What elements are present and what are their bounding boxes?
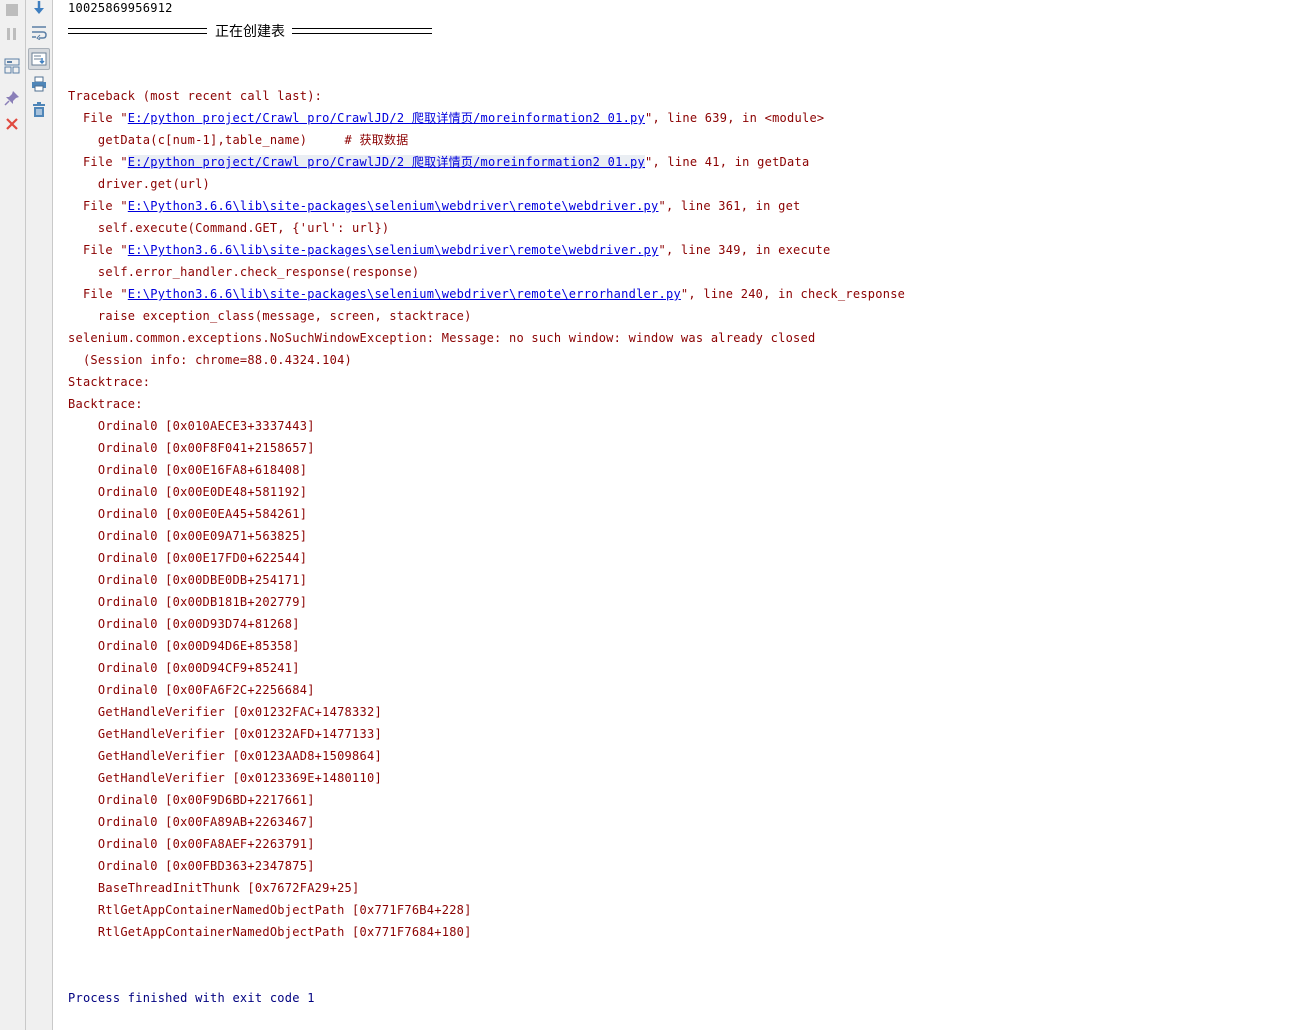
- console-id-line: 10025869956912: [68, 1, 173, 15]
- separator-right: [292, 28, 432, 34]
- backtrace-line: Ordinal0 [0x00FA8AEF+2263791]: [68, 837, 315, 851]
- traceback-frame: File "E:/python project/Crawl pro/CrawlJ…: [68, 155, 809, 171]
- backtrace-line: GetHandleVerifier [0x01232FAC+1478332]: [68, 705, 382, 719]
- backtrace-line: Ordinal0 [0x00E0DE48+581192]: [68, 485, 308, 499]
- backtrace-line: Ordinal0 [0x00D94D6E+85358]: [68, 639, 300, 653]
- run-toolbar-left: [0, 0, 26, 1030]
- file-link[interactable]: E:/python project/Crawl pro/CrawlJD/2 爬取…: [128, 111, 645, 125]
- exit-message: Process finished with exit code 1: [68, 991, 315, 1005]
- backtrace-line: Ordinal0 [0x00F9D6BD+2217661]: [68, 793, 315, 807]
- frame-suffix: ", line 361, in get: [658, 199, 801, 213]
- backtrace-line: BaseThreadInitThunk [0x7672FA29+25]: [68, 881, 360, 895]
- backtrace-line: Ordinal0 [0x00FA6F2C+2256684]: [68, 683, 315, 697]
- backtrace-line: GetHandleVerifier [0x0123AAD8+1509864]: [68, 749, 382, 763]
- backtrace-line: RtlGetAppContainerNamedObjectPath [0x771…: [68, 925, 472, 939]
- traceback-code: self.error_handler.check_response(respon…: [68, 265, 420, 279]
- traceback-code: self.execute(Command.GET, {'url': url}): [68, 221, 390, 235]
- frame-suffix: ", line 349, in execute: [658, 243, 831, 257]
- traceback-code: raise exception_class(message, screen, s…: [68, 309, 472, 323]
- backtrace-line: Ordinal0 [0x00D93D74+81268]: [68, 617, 300, 631]
- pause-icon[interactable]: [2, 24, 22, 44]
- backtrace-line: Ordinal0 [0x00F8F041+2158657]: [68, 441, 315, 455]
- backtrace-line: Ordinal0 [0x00E0EA45+584261]: [68, 507, 308, 521]
- run-toolbar-right: [26, 0, 53, 1030]
- traceback-header: Traceback (most recent call last):: [68, 89, 323, 103]
- traceback-code: driver.get(url): [68, 177, 211, 191]
- traceback-frame: File "E:\Python3.6.6\lib\site-packages\s…: [68, 287, 905, 303]
- backtrace-line: Ordinal0 [0x010AECE3+3337443]: [68, 419, 315, 433]
- soft-wrap-icon[interactable]: [29, 22, 49, 42]
- exception-message: selenium.common.exceptions.NoSuchWindowE…: [68, 331, 816, 345]
- backtrace-line: Ordinal0 [0x00FBD363+2347875]: [68, 859, 315, 873]
- traceback-frame: File "E:\Python3.6.6\lib\site-packages\s…: [68, 243, 830, 259]
- file-link[interactable]: E:\Python3.6.6\lib\site-packages\seleniu…: [128, 199, 659, 213]
- frame-prefix: File ": [68, 243, 128, 257]
- frame-prefix: File ": [68, 199, 128, 213]
- backtrace-line: Ordinal0 [0x00FA89AB+2263467]: [68, 815, 315, 829]
- frame-suffix: ", line 240, in check_response: [680, 287, 906, 301]
- backtrace-line: Ordinal0 [0x00D94CF9+85241]: [68, 661, 300, 675]
- traceback-frame: File "E:/python project/Crawl pro/CrawlJ…: [68, 111, 824, 127]
- pin-tab-icon[interactable]: [2, 88, 22, 108]
- backtrace-line: Ordinal0 [0x00E09A71+563825]: [68, 529, 308, 543]
- file-link[interactable]: E:/python project/Crawl pro/CrawlJD/2 爬取…: [127, 155, 645, 169]
- frame-suffix: ", line 639, in <module>: [645, 111, 825, 125]
- frame-prefix: File ": [68, 111, 128, 125]
- backtrace-line: Ordinal0 [0x00E16FA8+618408]: [68, 463, 308, 477]
- console-output[interactable]: 10025869956912 正在创建表 Traceback (most rec…: [68, 0, 1302, 1030]
- frame-suffix: ", line 41, in getData: [645, 155, 810, 169]
- stacktrace-label: Stacktrace:: [68, 375, 151, 389]
- backtrace-line: Ordinal0 [0x00DBE0DB+254171]: [68, 573, 308, 587]
- backtrace-label: Backtrace:: [68, 397, 143, 411]
- backtrace-line: RtlGetAppContainerNamedObjectPath [0x771…: [68, 903, 472, 917]
- backtrace-line: Ordinal0 [0x00DB181B+202779]: [68, 595, 308, 609]
- traceback-code: getData(c[num-1],table_name) # 获取数据: [68, 133, 409, 147]
- session-info: (Session info: chrome=88.0.4324.104): [68, 353, 353, 367]
- backtrace-line: GetHandleVerifier [0x0123369E+1480110]: [68, 771, 382, 785]
- stop-icon[interactable]: [2, 0, 22, 20]
- traceback-frame: File "E:\Python3.6.6\lib\site-packages\s…: [68, 199, 801, 215]
- file-link[interactable]: E:\Python3.6.6\lib\site-packages\seleniu…: [128, 243, 659, 257]
- scroll-down-icon[interactable]: [29, 0, 49, 18]
- separator-left: [68, 28, 207, 34]
- file-link[interactable]: E:\Python3.6.6\lib\site-packages\seleniu…: [128, 287, 681, 301]
- frame-prefix: File ": [68, 155, 128, 169]
- backtrace-line: Ordinal0 [0x00E17FD0+622544]: [68, 551, 308, 565]
- frame-prefix: File ": [68, 287, 128, 301]
- clear-all-icon[interactable]: [29, 100, 49, 120]
- print-icon[interactable]: [29, 74, 49, 94]
- backtrace-line: GetHandleVerifier [0x01232AFD+1477133]: [68, 727, 382, 741]
- scroll-to-end-icon[interactable]: [28, 48, 50, 70]
- close-icon[interactable]: [2, 114, 22, 134]
- separator-title: 正在创建表: [215, 24, 285, 40]
- restore-layout-icon[interactable]: [2, 56, 22, 76]
